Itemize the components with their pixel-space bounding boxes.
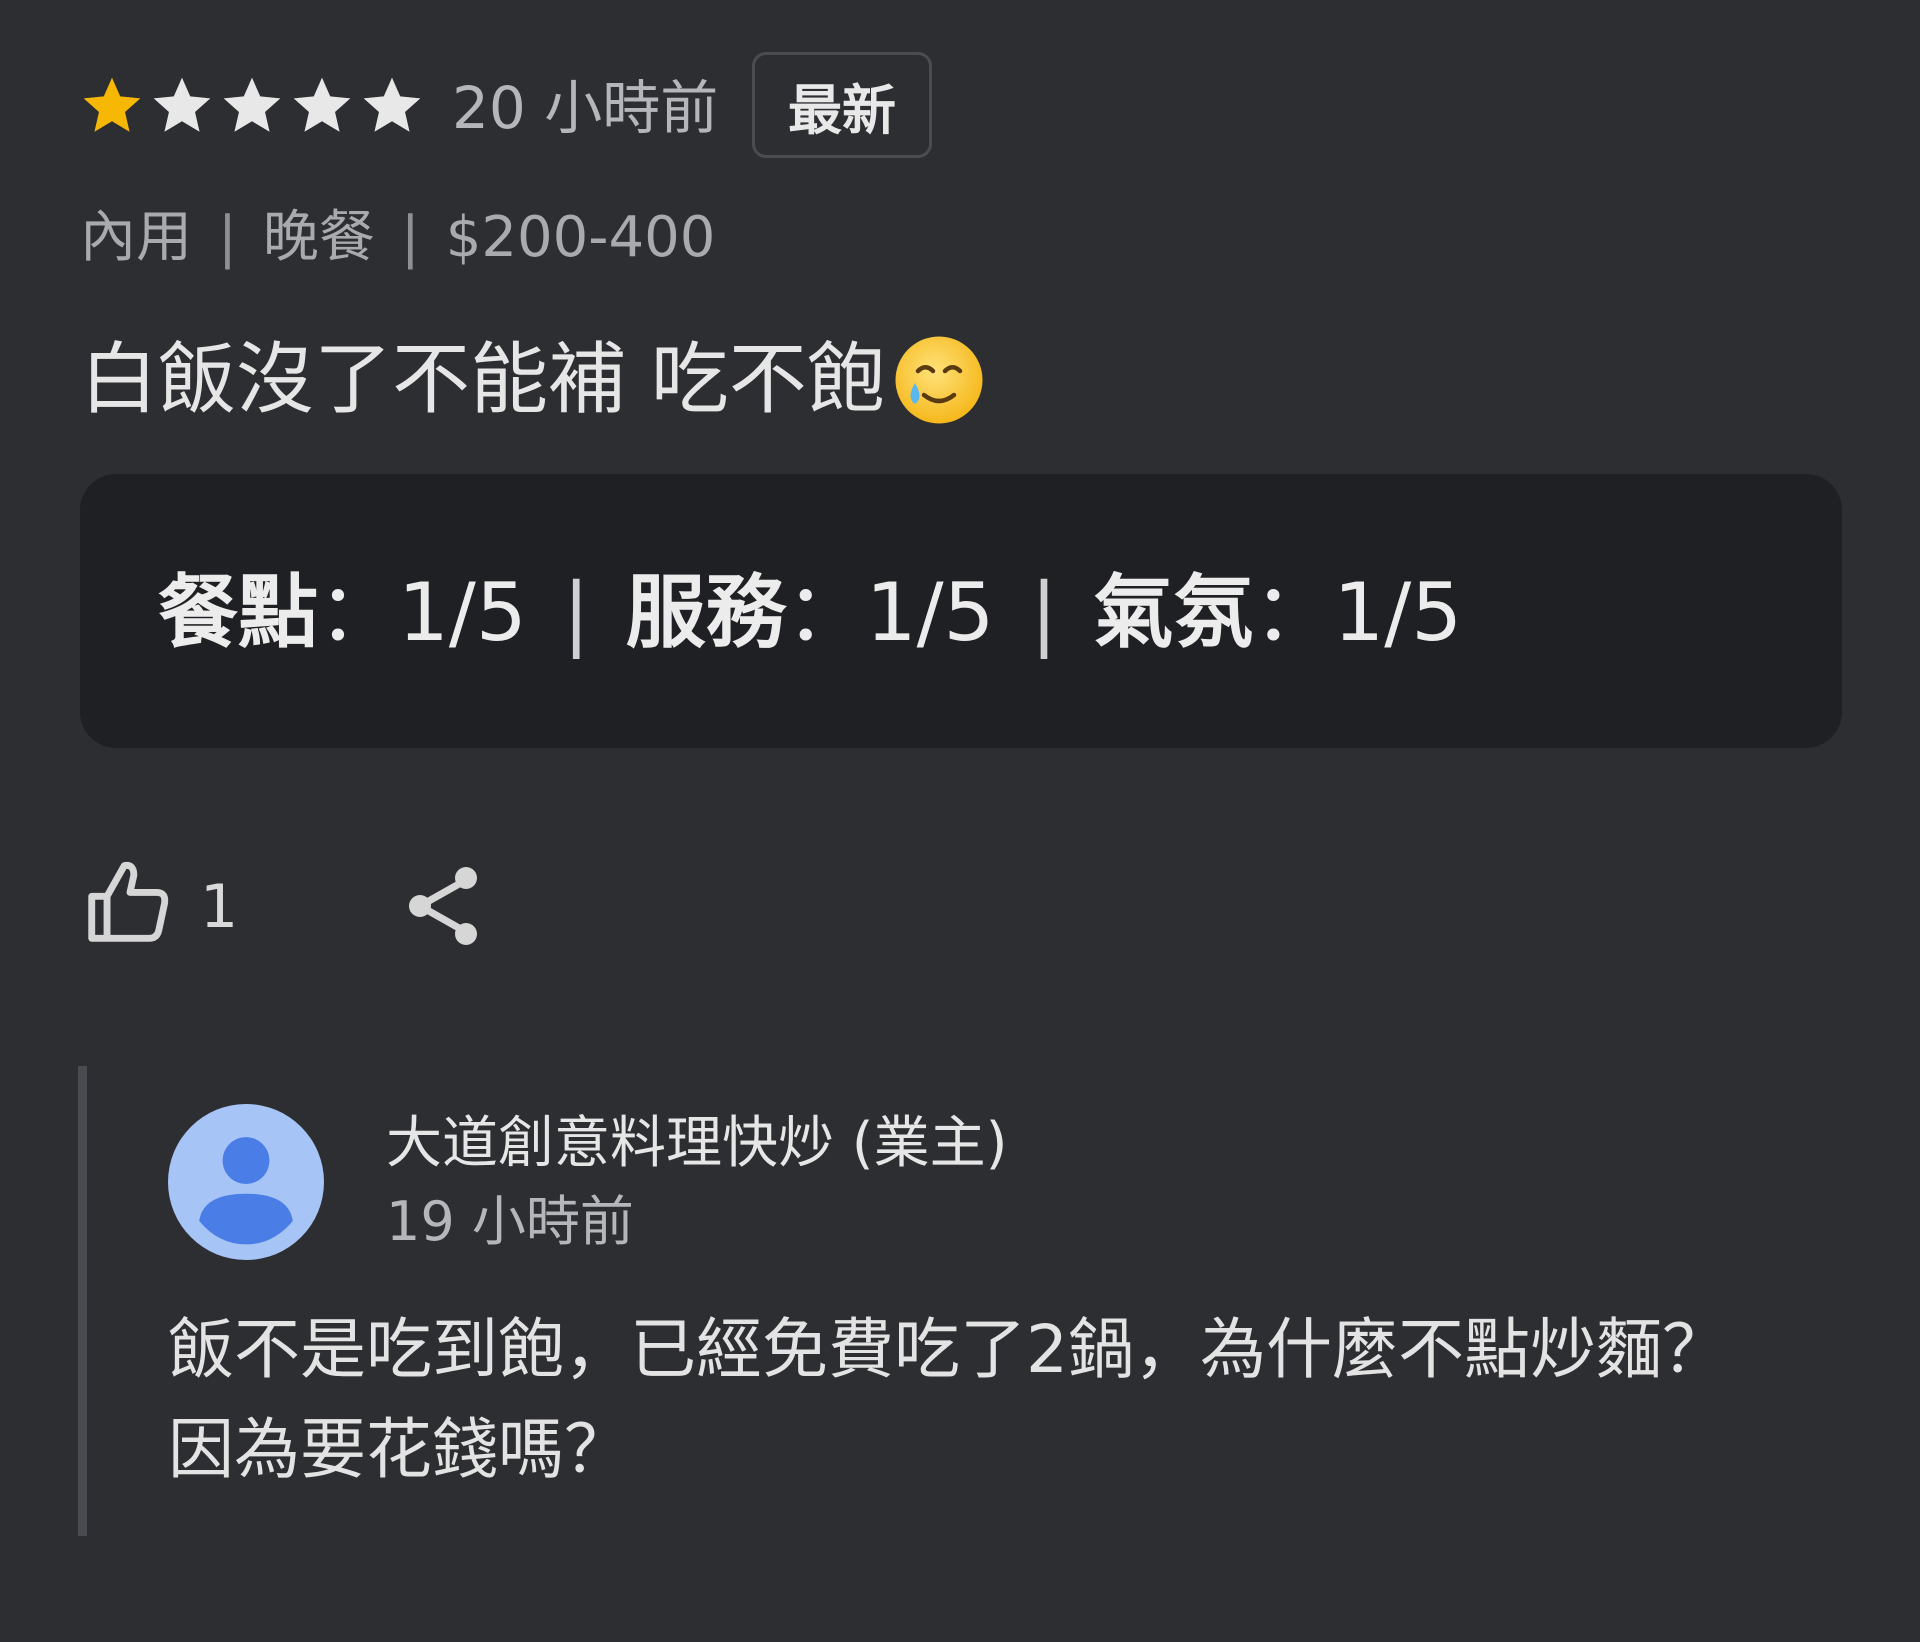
colon: ： — [318, 566, 398, 659]
review-text: 白飯沒了不能補 吃不飽 — [80, 335, 885, 425]
star-rating — [78, 70, 426, 146]
owner-reply-text: 飯不是吃到飽，已經免費吃了2鍋，為什麼不點炒麵？ 因為要花錢嗎？ — [168, 1300, 1868, 1500]
star-empty-icon — [223, 77, 281, 132]
reply-line: 飯不是吃到飽，已經免費吃了2鍋，為什麼不點炒麵？ — [168, 1311, 1728, 1388]
owner-reply-time: 19 小時前 — [386, 1190, 634, 1253]
star-empty-icon — [293, 77, 351, 132]
star-empty-icon — [153, 77, 211, 132]
atmosphere-label: 氣氛 — [1093, 566, 1254, 659]
reply-line: 因為要花錢嗎？ — [168, 1411, 630, 1488]
price-range: $200-400 — [445, 205, 716, 270]
food-label: 餐點 — [158, 566, 318, 659]
star-empty-icon — [363, 77, 421, 132]
review-body: 白飯沒了不能補 吃不飽 — [80, 330, 987, 430]
review-time: 20 小時前 — [452, 74, 719, 142]
ratings-separator: | — [1030, 566, 1058, 659]
ratings-separator: | — [562, 566, 590, 659]
newest-badge[interactable]: 最新 — [752, 52, 932, 158]
smiling-face-with-tear-icon — [895, 336, 983, 424]
owner-name[interactable]: 大道創意料理快炒 (業主) — [386, 1108, 1008, 1180]
service-label: 服務 — [625, 566, 786, 659]
colon: ： — [1253, 566, 1334, 659]
star-filled-icon — [83, 77, 141, 132]
like-count: 1 — [200, 872, 239, 942]
food-value: 1/5 — [398, 566, 527, 659]
thumbs-up-icon[interactable] — [84, 858, 176, 946]
atmosphere-value: 1/5 — [1333, 566, 1463, 659]
service-type: 內用 — [80, 205, 192, 270]
meta-separator: | — [218, 205, 237, 270]
colon: ： — [785, 566, 866, 659]
sub-ratings-line: 餐點：1/5 | 服務：1/5 | 氣氛：1/5 — [158, 568, 1462, 658]
review-meta: 內用 | 晚餐 | $200-400 — [80, 200, 715, 276]
meta-separator: | — [400, 205, 420, 270]
meal-type: 晚餐 — [262, 205, 375, 270]
service-value: 1/5 — [865, 566, 995, 659]
reply-indent-bar — [78, 1066, 87, 1536]
owner-avatar[interactable] — [168, 1104, 324, 1260]
share-icon[interactable] — [404, 864, 484, 948]
sub-ratings-panel: 餐點：1/5 | 服務：1/5 | 氣氛：1/5 — [80, 474, 1842, 748]
